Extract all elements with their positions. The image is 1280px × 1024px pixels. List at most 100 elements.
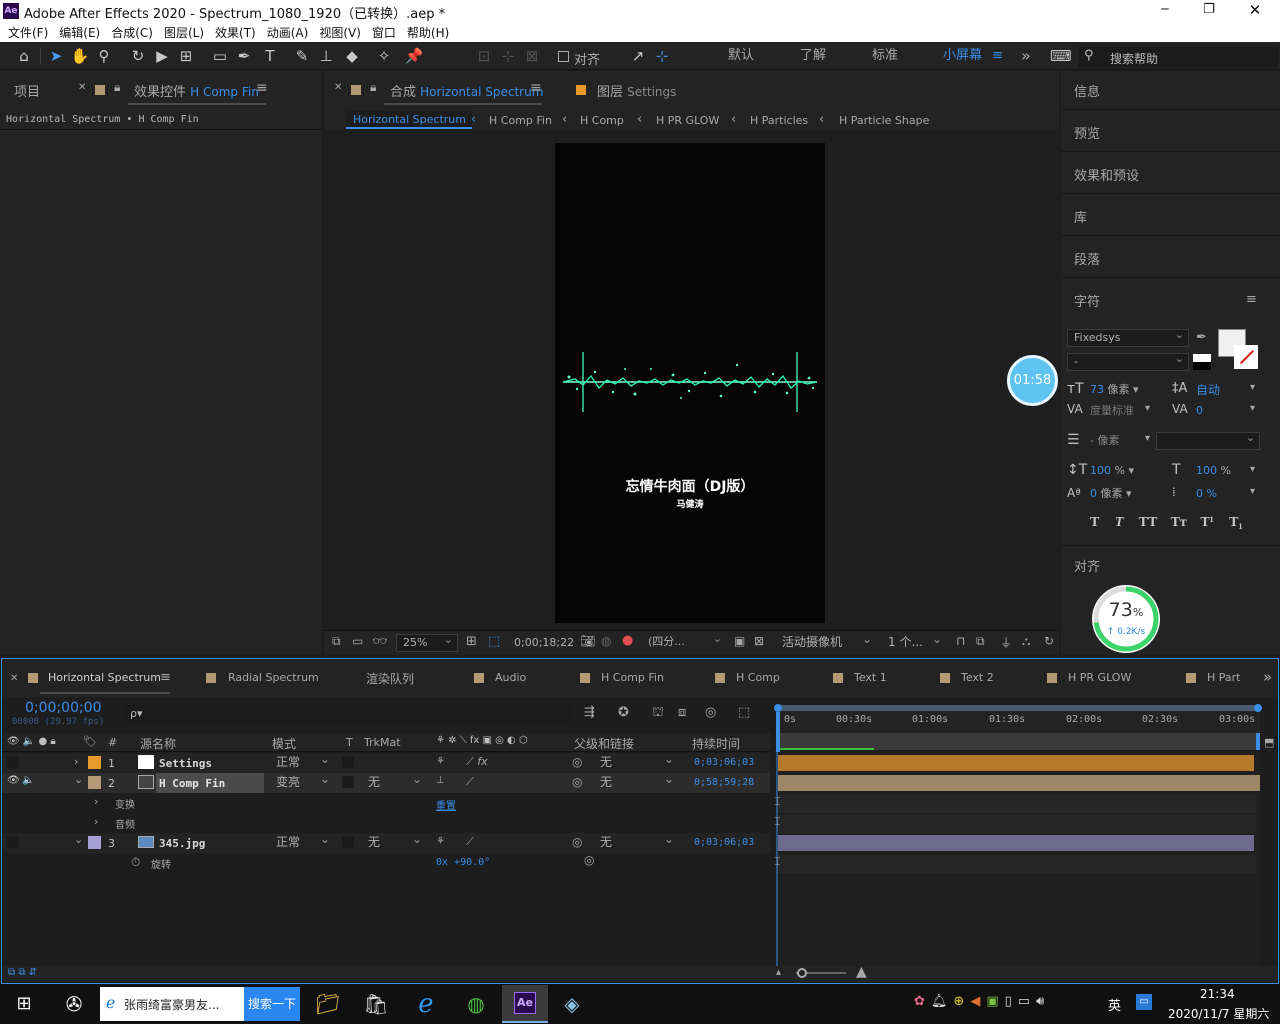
draft-3d-icon[interactable]: ✪ (618, 705, 629, 720)
expand-icon[interactable]: › (94, 795, 98, 808)
timeline-tab-text-1[interactable]: Text 1 (854, 671, 887, 684)
close-icon[interactable]: ✕ (78, 82, 86, 93)
playhead[interactable] (776, 712, 780, 752)
comp-marker-icon[interactable]: ⬒ (1264, 736, 1274, 749)
panel-paragraph[interactable]: 段落 (1074, 249, 1100, 268)
lock-icon[interactable]: 🔒︎ (114, 80, 120, 95)
header-source-name[interactable]: 源名称 (140, 735, 176, 752)
timeline-tab-h-pr-glow[interactable]: H PR GLOW (1068, 671, 1131, 684)
timeline-tab-h-part[interactable]: H Part (1207, 671, 1240, 684)
quality-switch-icon[interactable]: ⟋ (466, 775, 474, 789)
taskbar-search-button[interactable]: 搜索一下 (244, 987, 300, 1021)
tab-composition[interactable]: 合成 Horizontal Spectrum (390, 81, 543, 100)
grid-icon[interactable]: ⊠ (754, 634, 764, 648)
monitor-icon[interactable]: ▭ (352, 634, 363, 648)
close-button[interactable]: ✕ (1240, 1, 1270, 19)
shy-switch-icon[interactable]: ⚘ (436, 756, 445, 767)
panel-menu-icon[interactable]: ≡ (160, 670, 171, 685)
preserve-transparency-toggle[interactable] (342, 756, 354, 768)
keyboard-icon[interactable]: ⌨ (1050, 46, 1072, 66)
type-tool-icon[interactable]: T (260, 46, 280, 66)
panel-menu-icon[interactable]: ≡ (1246, 292, 1257, 307)
all-caps-button[interactable]: TT (1139, 515, 1158, 530)
pickwhip-icon[interactable]: ◎ (572, 755, 582, 769)
layer-bar-345-jpg[interactable] (778, 835, 1254, 851)
font-style-dropdown[interactable]: - (1067, 351, 1189, 371)
align-checkbox[interactable] (558, 51, 569, 62)
menu-window[interactable]: 窗口 (372, 24, 396, 41)
notification-icon[interactable]: 🔔︎ (931, 994, 954, 1009)
ime-indicator[interactable]: 英 (1108, 995, 1121, 1014)
layer-name[interactable]: 345.jpg (159, 837, 205, 850)
layer-label-color[interactable] (88, 836, 101, 849)
work-area-bar[interactable] (776, 705, 1260, 711)
workspace-learn[interactable]: 了解 (800, 46, 826, 66)
panel-menu-icon[interactable]: ≡ (256, 80, 268, 96)
workspace-small-screen[interactable]: 小屏幕 (943, 46, 982, 66)
trkmat-dropdown[interactable]: 无 (362, 831, 426, 852)
trkmat-dropdown[interactable]: 无 (362, 771, 426, 792)
zoom-tool-icon[interactable]: ⚲ (94, 46, 114, 66)
font-size-value[interactable]: 73 像素 ▾ (1090, 383, 1139, 397)
quality-switch-icon[interactable]: ⟋ fx (466, 755, 488, 769)
video-toggle[interactable] (7, 756, 19, 768)
parent-dropdown[interactable]: 无 (594, 751, 678, 772)
search-help-input[interactable]: ⚲ 搜索帮助 (1078, 47, 1278, 67)
menu-composition[interactable]: 合成(C) (111, 24, 153, 41)
hand-tool-icon[interactable]: ✋ (70, 46, 90, 66)
resolution-dropdown[interactable]: (四分... (642, 631, 726, 652)
layer-label-color[interactable] (88, 776, 101, 789)
comp-nav-h-particles[interactable]: H Particles (750, 114, 808, 127)
axis-local-icon[interactable]: ⊡ (474, 46, 494, 66)
taskbar-search-box[interactable]: ℯ 张雨绮富豪男友... (100, 987, 244, 1021)
snap-options-icon[interactable]: ⊹ (652, 46, 672, 66)
views-dropdown[interactable]: 1 个... (882, 631, 946, 652)
transform-group[interactable]: 变换 (115, 796, 135, 811)
comp-nav-h-pr-glow[interactable]: H PR GLOW (656, 114, 719, 127)
file-explorer-icon[interactable]: 📁︎ (308, 986, 348, 1022)
expression-pickwhip-icon[interactable]: ◎ (584, 853, 594, 867)
leading-value[interactable]: 自动 (1196, 383, 1220, 397)
selection-tool-icon[interactable]: ➤ (46, 46, 66, 66)
baseline-shift-value[interactable]: 0 像素 ▾ (1090, 487, 1132, 501)
video-toggle[interactable] (7, 836, 19, 848)
show-snapshot-icon[interactable]: ◍ (601, 634, 611, 648)
tray-flower-icon[interactable]: ✿ (914, 994, 931, 1009)
white-swatch[interactable] (1193, 354, 1211, 362)
fan-app-icon[interactable]: ✇ (54, 986, 94, 1022)
tab-project[interactable]: 项目 (14, 81, 40, 100)
tab-layer[interactable]: 图层 Settings (597, 81, 676, 100)
layer-label-color[interactable] (88, 756, 101, 769)
collapse-icon[interactable]: ⌄ (74, 833, 83, 846)
tab-effects-controls[interactable]: 效果控件 H Comp Fin (134, 81, 259, 100)
transparency-grid-icon[interactable]: ▣ (734, 634, 745, 648)
timer-badge[interactable]: 01:58 (1007, 355, 1058, 406)
comp-flowchart-icon[interactable]: ⇶ (584, 705, 595, 720)
panel-align[interactable]: 对齐 (1074, 556, 1100, 575)
speaker-icon[interactable]: 🔈 (22, 775, 34, 786)
pen-tool-icon[interactable]: ✒ (234, 46, 254, 66)
blend-mode-dropdown[interactable]: 正常 (270, 831, 334, 852)
close-icon[interactable]: ✕ (10, 673, 18, 684)
layer-switches-toggle-icon[interactable]: ⧉ ⧉ ⇵ (8, 967, 37, 978)
usb-icon[interactable]: ▯ (1005, 994, 1018, 1009)
fit-icon[interactable]: ⊞ (466, 634, 477, 649)
panel-menu-icon[interactable]: ≡ (530, 80, 542, 96)
comp-nav-h-particle-shape[interactable]: H Particle Shape (839, 114, 929, 127)
snapshot-icon[interactable]: 📷︎ (580, 634, 595, 648)
layer-duration[interactable]: 0;03;06;03 (694, 837, 754, 848)
preserve-transparency-toggle[interactable] (342, 836, 354, 848)
panel-effects-presets[interactable]: 效果和预设 (1074, 165, 1139, 184)
clone-stamp-tool-icon[interactable]: ⊥ (316, 46, 336, 66)
zoom-dropdown[interactable]: 25% (396, 632, 458, 652)
home-icon[interactable]: ⌂ (14, 46, 34, 66)
expand-icon[interactable]: › (74, 755, 78, 768)
zoom-in-icon[interactable]: ▲ (856, 964, 867, 980)
layer-duration[interactable]: 0;58;59;28 (694, 777, 754, 788)
mask-icon[interactable]: 👓︎ (372, 634, 387, 648)
channels-icon[interactable]: ● (622, 633, 633, 648)
after-effects-taskbar-button[interactable]: Ae (502, 985, 548, 1023)
eyedropper-icon[interactable]: ✒ (1196, 330, 1207, 345)
axis-view-icon[interactable]: ⊠ (522, 46, 542, 66)
collapse-switch-icon[interactable]: ⊥ (436, 775, 445, 786)
